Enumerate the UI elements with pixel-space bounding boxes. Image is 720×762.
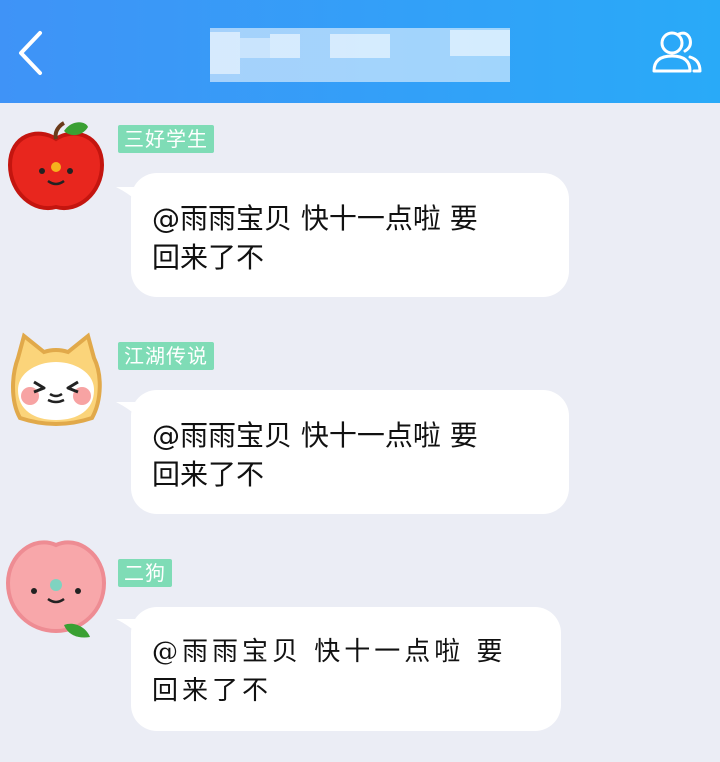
apple-avatar[interactable] [4,117,108,221]
message-bubble[interactable]: @雨雨宝贝 快十一点啦 要 回来了不 [131,390,569,514]
peach-icon [5,540,107,638]
cat-icon [11,332,102,426]
group-members-button[interactable] [648,26,704,78]
apple-icon [7,121,105,211]
sender-name[interactable]: 江湖传说 [118,342,214,370]
message-text: @雨雨宝贝 快十一点啦 要 回来了不 [152,637,507,706]
chevron-left-icon [19,31,42,75]
chat-message: 三好学生 @雨雨宝贝 快十一点啦 要 回来了不 [0,115,720,325]
chat-message: 江湖传说 @雨雨宝贝 快十一点啦 要 回来了不 [0,330,720,540]
message-bubble[interactable]: @雨雨宝贝 快十一点啦 要 回来了不 [131,607,561,731]
chat-message: 二狗 @雨雨宝贝 快十一点啦 要 回来了不 [0,540,720,755]
message-text: @雨雨宝贝 快十一点啦 要 回来了不 [152,419,478,491]
message-bubble[interactable]: @雨雨宝贝 快十一点啦 要 回来了不 [131,173,569,297]
sender-name[interactable]: 二狗 [118,559,172,587]
chat-title [210,28,510,82]
back-button[interactable] [12,28,52,78]
sender-name[interactable]: 三好学生 [118,125,214,153]
group-members-icon [652,31,702,73]
cat-avatar[interactable] [4,330,108,434]
chat-header [0,0,720,103]
message-text: @雨雨宝贝 快十一点啦 要 回来了不 [152,202,478,274]
peach-avatar[interactable] [4,535,108,639]
